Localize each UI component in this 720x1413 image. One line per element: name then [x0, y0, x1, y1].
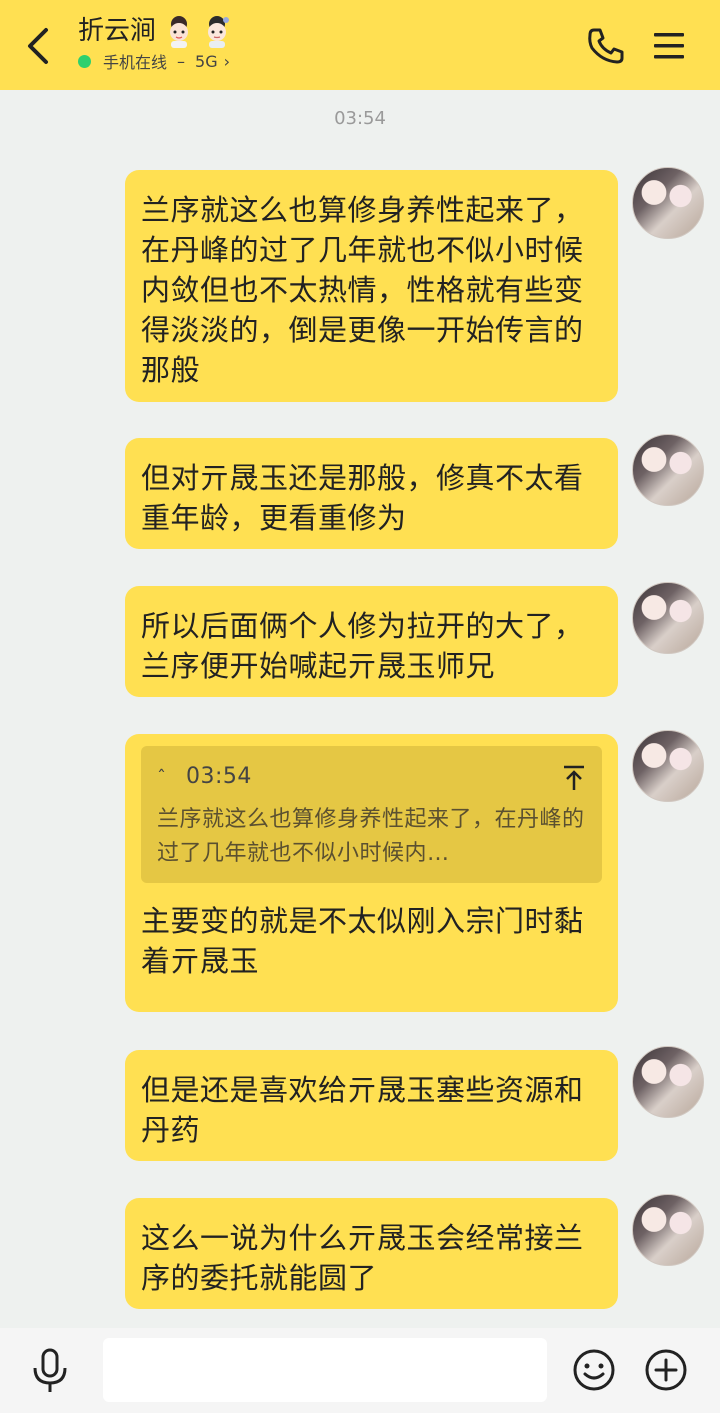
avatar[interactable]: [632, 434, 704, 506]
message-text: 所以后面俩个人修为拉开的大了，兰序便开始喊起亓晟玉师兄: [141, 609, 584, 683]
message-text: 兰序就这么也算修身养性起来了，在丹峰的过了几年就也不似小时候内敛但也不太热情，性…: [141, 193, 584, 387]
back-arrow-icon[interactable]: [22, 26, 56, 66]
chat-title-block[interactable]: 折云涧 手机在线 – 5G ›: [78, 12, 232, 72]
message-input[interactable]: [103, 1338, 547, 1402]
quoted-message[interactable]: ˆ 03:54 兰序就这么也算修身养性起来了，在丹峰的过了几年就也不似小时候内…: [141, 746, 602, 883]
message-text: 但对亓晟玉还是那般，修真不太看重年龄，更看重修为: [141, 461, 584, 535]
online-dot-icon: [78, 54, 91, 68]
avatar[interactable]: [632, 582, 704, 654]
quote-caret: ˆ: [157, 767, 167, 788]
avatar[interactable]: [632, 167, 704, 239]
network-label: 5G: [195, 51, 218, 71]
quote-header: ˆ 03:54: [157, 762, 586, 793]
avatar[interactable]: [632, 1194, 704, 1266]
status-text: 手机在线: [103, 53, 168, 72]
message-bubble[interactable]: 这么一说为什么亓晟玉会经常接兰序的委托就能圆了: [125, 1198, 618, 1309]
message-bubble[interactable]: ˆ 03:54 兰序就这么也算修身养性起来了，在丹峰的过了几年就也不似小时候内……: [125, 734, 618, 1012]
online-status: 手机在线 – 5G ›: [78, 50, 232, 72]
status-separator: –: [177, 51, 186, 71]
avatar[interactable]: [632, 1046, 704, 1118]
message-bubble[interactable]: 兰序就这么也算修身养性起来了，在丹峰的过了几年就也不似小时候内敛但也不太热情，性…: [125, 170, 618, 402]
message-text: 这么一说为什么亓晟玉会经常接兰序的委托就能圆了: [141, 1221, 584, 1295]
chevron-right-icon: ›: [223, 51, 230, 71]
message-text: 但是还是喜欢给亓晟玉塞些资源和丹药: [141, 1073, 584, 1147]
quote-time: 03:54: [186, 764, 252, 789]
message-bubble[interactable]: 但对亓晟玉还是那般，修真不太看重年龄，更看重修为: [125, 438, 618, 549]
quote-text: 兰序就这么也算修身养性起来了，在丹峰的过了几年就也不似小时候内…: [157, 807, 585, 866]
chat-header: 折云涧 手机在线 – 5G ›: [0, 0, 720, 90]
message-timestamp: 03:54: [334, 108, 386, 129]
phone-icon[interactable]: [586, 26, 626, 66]
message-bubble[interactable]: 但是还是喜欢给亓晟玉塞些资源和丹药: [125, 1050, 618, 1161]
girl-emoji-icon: [164, 14, 194, 48]
input-bar: [0, 1328, 720, 1413]
menu-icon[interactable]: [652, 30, 686, 62]
microphone-icon[interactable]: [30, 1348, 70, 1394]
plus-circle-icon[interactable]: [644, 1348, 688, 1392]
boy-emoji-icon: [202, 14, 232, 48]
message-bubble[interactable]: 所以后面俩个人修为拉开的大了，兰序便开始喊起亓晟玉师兄: [125, 586, 618, 697]
message-text: 主要变的就是不太似刚入宗门时黏着亓晟玉: [141, 904, 584, 978]
smiley-icon[interactable]: [572, 1348, 616, 1392]
avatar[interactable]: [632, 730, 704, 802]
scroll-to-top-icon[interactable]: [562, 762, 586, 790]
contact-name: 折云涧: [78, 16, 157, 46]
